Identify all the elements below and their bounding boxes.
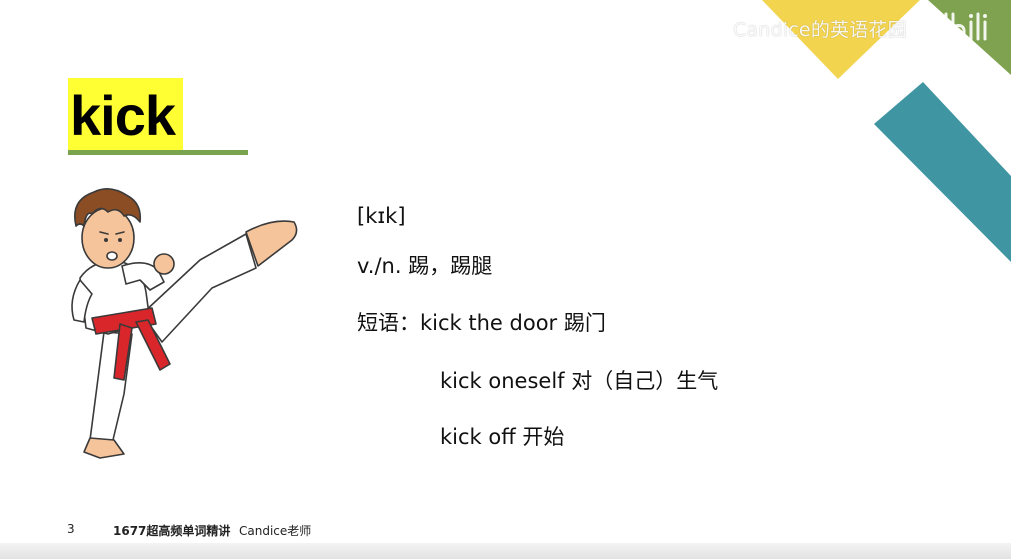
teal-stripe-shape xyxy=(874,82,1011,262)
phrase-item: kick oneself 对（自己）生气 xyxy=(440,369,719,393)
karate-kick-boy-illustration-icon xyxy=(71,188,298,459)
bottom-bar xyxy=(0,543,1011,559)
bilibili-logo-icon xyxy=(919,12,987,42)
headword-block: kick xyxy=(68,78,248,155)
phrase-item: kick off 开始 xyxy=(440,425,565,449)
channel-watermark: Candice的英语花园 xyxy=(733,19,907,41)
phrase-item: kick the door 踢门 xyxy=(420,311,606,335)
slide: Candice的英语花园 kick [kɪk] v./n. 踢，踢腿 短语：ki… xyxy=(0,0,1011,559)
phrase-line-first: 短语：kick the door 踢门 xyxy=(357,307,606,337)
definition-text: v./n. 踢，踢腿 xyxy=(357,254,493,278)
headword-underline xyxy=(68,150,248,155)
course-title: 1677超高频单词精讲 xyxy=(113,524,231,538)
headword-title: kick xyxy=(68,78,183,152)
page-number: 3 xyxy=(67,522,75,536)
teacher-name: Candice老师 xyxy=(239,524,312,538)
phrases-label: 短语： xyxy=(357,311,420,335)
phonetic-text: [kɪk] xyxy=(357,204,406,228)
